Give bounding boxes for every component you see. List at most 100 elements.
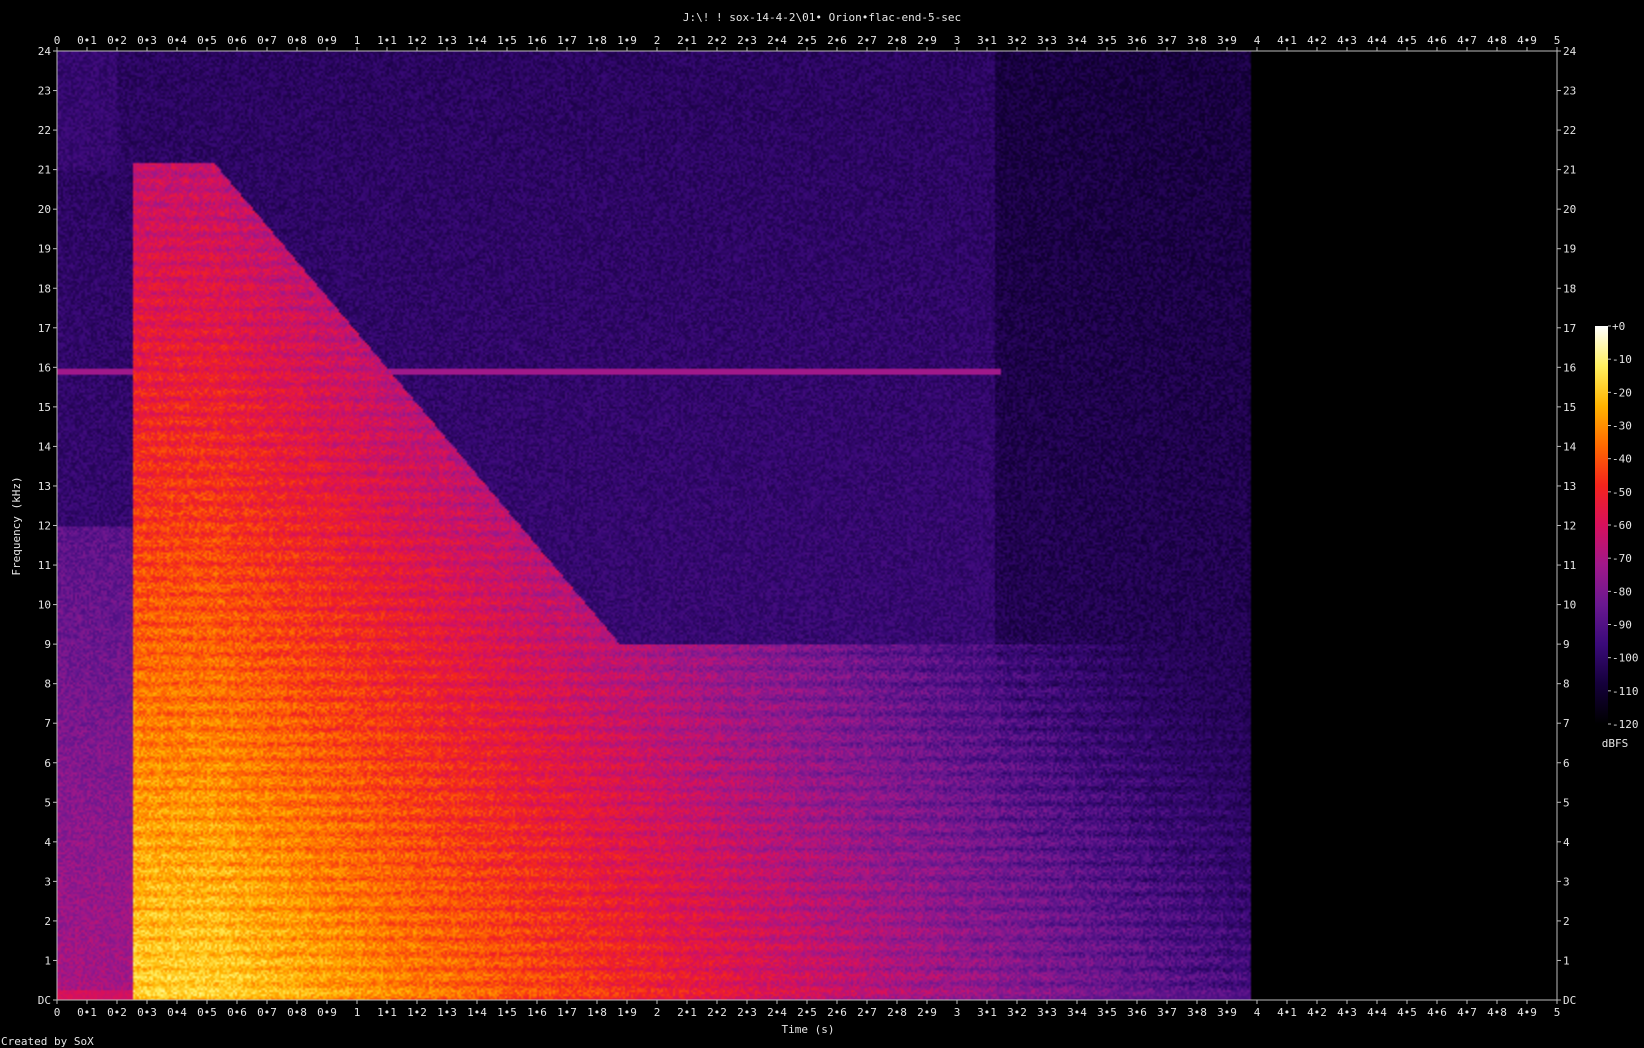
x-tick-label-top: 1•4: [467, 34, 487, 47]
x-tick-label-bottom: 1•2: [407, 1006, 427, 1019]
x-tick-label-bottom: 0: [54, 1006, 61, 1019]
y-tick-label-right: 3: [1563, 875, 1570, 888]
y-tick-label-right: 1: [1563, 954, 1570, 967]
x-tick-label-top: 5: [1554, 34, 1561, 47]
y-axis-label: Frequency (kHz): [10, 476, 23, 575]
x-tick-label-bottom: 3•1: [977, 1006, 997, 1019]
x-tick-label-top: 2•7: [857, 34, 877, 47]
x-tick-label-top: 1•1: [377, 34, 397, 47]
x-tick-label-bottom: 1: [354, 1006, 361, 1019]
x-tick-label-bottom: 3•8: [1187, 1006, 1207, 1019]
x-tick-label-bottom: 2•1: [677, 1006, 697, 1019]
x-tick-label-top: 0: [54, 34, 61, 47]
x-tick-label-top: 4•6: [1427, 34, 1447, 47]
x-tick-label-top: 1•5: [497, 34, 517, 47]
x-tick-label-top: 0•7: [257, 34, 277, 47]
y-tick-label-right: 14: [1563, 440, 1577, 453]
y-tick-label-right: 7: [1563, 717, 1570, 730]
x-tick-label-top: 1•9: [617, 34, 637, 47]
x-tick-label-top: 1: [354, 34, 361, 47]
y-tick-label-left: 20: [38, 203, 51, 216]
y-tick-label-left: 18: [38, 282, 51, 295]
x-tick-label-top: 2•5: [797, 34, 817, 47]
x-tick-label-top: 3•5: [1097, 34, 1117, 47]
x-tick-label-top: 4•4: [1367, 34, 1387, 47]
x-tick-label-top: 4•5: [1397, 34, 1417, 47]
x-tick-label-top: 0•6: [227, 34, 247, 47]
spectrogram-raster: [57, 51, 1557, 1000]
x-tick-label-bottom: 1•8: [587, 1006, 607, 1019]
x-tick-label-top: 4•3: [1337, 34, 1357, 47]
y-tick-label-left: 21: [38, 164, 51, 177]
y-tick-label-right: 16: [1563, 361, 1576, 374]
x-tick-label-bottom: 2•2: [707, 1006, 727, 1019]
y-tick-label-left: 19: [38, 243, 51, 256]
colorbar-tick-label: -110: [1612, 685, 1639, 698]
x-axis-label: Time (s): [782, 1023, 835, 1036]
colorbar-tick-label: -50: [1612, 486, 1632, 499]
x-tick-label-top: 0•5: [197, 34, 217, 47]
x-tick-label-bottom: 1•4: [467, 1006, 487, 1019]
x-tick-label-bottom: 3•2: [1007, 1006, 1027, 1019]
y-tick-label-left: 3: [44, 875, 51, 888]
x-tick-label-top: 4•8: [1487, 34, 1507, 47]
y-tick-label-left: 11: [38, 559, 51, 572]
y-tick-label-right: 21: [1563, 164, 1576, 177]
y-tick-label-left: 14: [38, 440, 52, 453]
y-tick-label-left: 16: [38, 361, 51, 374]
x-tick-label-bottom: 4•6: [1427, 1006, 1447, 1019]
y-tick-label-right: 22: [1563, 124, 1576, 137]
x-tick-label-top: 1•3: [437, 34, 457, 47]
y-tick-label-right: DC: [1563, 994, 1576, 1007]
x-tick-label-top: 1•6: [527, 34, 547, 47]
x-tick-label-bottom: 4•7: [1457, 1006, 1477, 1019]
x-tick-label-bottom: 3•4: [1067, 1006, 1087, 1019]
x-tick-label-top: 1•7: [557, 34, 577, 47]
x-tick-label-top: 2•4: [767, 34, 787, 47]
colorbar-tick-label: -80: [1612, 585, 1632, 598]
x-tick-label-top: 3•8: [1187, 34, 1207, 47]
colorbar-tick-label: -10: [1612, 353, 1632, 366]
y-tick-label-left: 5: [44, 796, 51, 809]
y-tick-label-right: 13: [1563, 480, 1576, 493]
x-tick-label-top: 4•2: [1307, 34, 1327, 47]
colorbar-tick-label: -60: [1612, 519, 1632, 532]
x-tick-label-bottom: 1•1: [377, 1006, 397, 1019]
y-tick-label-right: 6: [1563, 757, 1570, 770]
x-tick-label-bottom: 1•9: [617, 1006, 637, 1019]
y-tick-label-left: 1: [44, 954, 51, 967]
x-tick-label-top: 1•2: [407, 34, 427, 47]
x-tick-label-bottom: 1•6: [527, 1006, 547, 1019]
x-tick-label-top: 3: [954, 34, 961, 47]
x-tick-label-top: 2•8: [887, 34, 907, 47]
x-tick-label-bottom: 4•1: [1277, 1006, 1297, 1019]
y-tick-label-right: 17: [1563, 322, 1576, 335]
y-tick-label-right: 15: [1563, 401, 1576, 414]
y-tick-label-right: 4: [1563, 836, 1570, 849]
chart-title: J:\! ! sox-14-4-2\01• Orion•flac-end-5-s…: [683, 11, 961, 24]
x-tick-label-bottom: 0•8: [287, 1006, 307, 1019]
x-tick-label-top: 3•9: [1217, 34, 1237, 47]
x-tick-label-top: 2•2: [707, 34, 727, 47]
y-tick-label-left: 13: [38, 480, 51, 493]
y-tick-label-left: 22: [38, 124, 51, 137]
x-tick-label-top: 4: [1254, 34, 1261, 47]
x-tick-label-bottom: 0•4: [167, 1006, 187, 1019]
y-tick-label-left: 2: [44, 915, 51, 928]
y-tick-label-left: 4: [44, 836, 51, 849]
x-tick-label-bottom: 5: [1554, 1006, 1561, 1019]
x-tick-label-top: 3•4: [1067, 34, 1087, 47]
x-tick-label-bottom: 1•7: [557, 1006, 577, 1019]
x-axis-top: 0 0•1 0•2 0•3 0•4 0•5 0•6 0•7 0•8 0•9 1 1•1 1•2 1•3 1•…: [54, 34, 1561, 51]
x-tick-label-top: 3•7: [1157, 34, 1177, 47]
y-tick-label-left: 17: [38, 322, 51, 335]
x-tick-label-bottom: 2•6: [827, 1006, 847, 1019]
x-tick-label-bottom: 2•8: [887, 1006, 907, 1019]
y-tick-label-left: 23: [38, 85, 51, 98]
y-tick-label-left: 9: [44, 638, 51, 651]
x-tick-label-bottom: 2•5: [797, 1006, 817, 1019]
y-axis-left: DC12345678910111213141516171819202122232…: [38, 45, 57, 1007]
x-tick-label-top: 2: [654, 34, 661, 47]
x-tick-label-bottom: 0•5: [197, 1006, 217, 1019]
x-tick-label-top: 3•3: [1037, 34, 1057, 47]
